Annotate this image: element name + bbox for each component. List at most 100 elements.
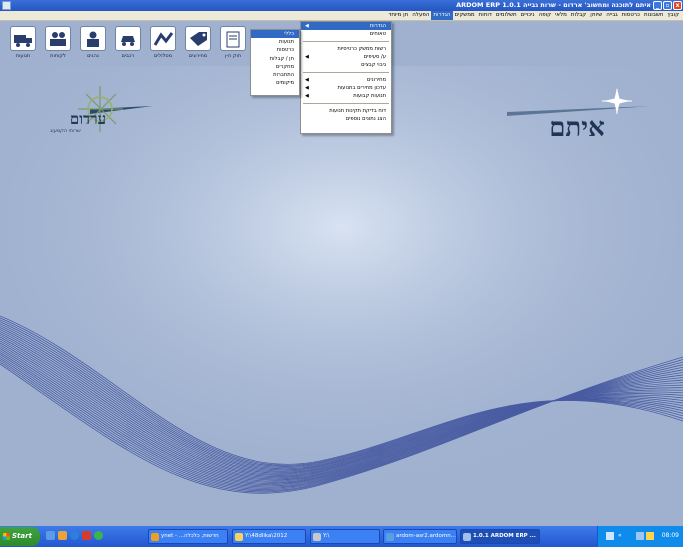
settings-menu: הגדרות ◀ טאוחים רשות ממשק כרטיסיות ע/ סעיפים…	[300, 21, 392, 134]
browser-icon[interactable]	[70, 531, 79, 540]
menu-item[interactable]: ממשקים	[453, 11, 477, 20]
taskbar-task[interactable]: ardom-asr2.ardomn...	[383, 529, 457, 544]
taskbar-task-label: ardom-asr2.ardomn...	[396, 533, 456, 539]
maximize-button[interactable]: ▫	[663, 1, 672, 10]
clock: 08:09	[661, 532, 679, 539]
toolbar-button-label: לקוחות	[50, 53, 66, 59]
submenu-arrow-icon: ◀	[305, 85, 309, 91]
submenu-arrow-icon: ◀	[305, 23, 309, 29]
eitam-logo-text: איתם	[549, 113, 605, 143]
settings-menu-item-label: תנועות קבועות	[353, 93, 386, 99]
menu-item[interactable]: מלאי	[553, 11, 569, 20]
document-icon	[220, 26, 246, 51]
submenu-item[interactable]: מחקרים	[251, 63, 299, 71]
menu-bar: קובץחשבונותכרטסותגבייהשיווקקבלותמלאיקופה…	[0, 11, 683, 21]
settings-menu-item[interactable]: רשות ממשק כרטיסיות	[301, 45, 391, 53]
submenu-item[interactable]: חן / קבלות	[251, 55, 299, 63]
menu-item[interactable]: חשבונות	[642, 11, 665, 20]
driver-icon	[80, 26, 106, 51]
truck-icon	[10, 26, 36, 51]
toolbar-button-label: מסלולים	[153, 53, 173, 59]
toolbar-button[interactable]: נהגים	[78, 26, 108, 66]
settings-menu-item[interactable]: ע/ סעיפים ◀	[301, 53, 391, 61]
task-app-icon	[313, 533, 321, 541]
menu-item[interactable]: שיווק	[588, 11, 604, 20]
start-button[interactable]: Start	[0, 527, 40, 546]
settings-menu-item[interactable]: דוח בדיקת תקינות תנועות	[301, 107, 391, 115]
app-icon[interactable]	[2, 1, 11, 10]
submenu-item[interactable]: כללי	[251, 30, 299, 39]
customers-icon	[45, 26, 71, 51]
settings-menu-item[interactable]: תנועות קבועות ◀	[301, 92, 391, 100]
menu-item[interactable]: הפעלה	[410, 11, 431, 20]
close-button[interactable]: x	[673, 1, 682, 10]
ardom-logo-text: ערדום	[70, 110, 106, 128]
taskbar-task[interactable]: Y:\48dlika\2012	[232, 529, 306, 544]
submenu-arrow-icon: ◀	[305, 77, 309, 83]
toolbar-button[interactable]: לקוחות	[43, 26, 73, 66]
system-tray: « 08:09	[597, 526, 683, 547]
settings-menu-item[interactable]: גיבוי קבצים	[301, 61, 391, 69]
submenu-arrow-icon: ◀	[305, 93, 309, 99]
app-quicklaunch-icon[interactable]	[82, 531, 91, 540]
eitam-logo: איתם	[507, 88, 652, 143]
settings-submenu: כללי תנועות כרטסות חן / קבלות מחקרים התחברות מ…	[250, 29, 300, 96]
network-icon[interactable]	[636, 532, 644, 540]
settings-menu-item-label: ע/ סעיפים	[363, 54, 386, 60]
toolbar-button[interactable]: רכבים	[113, 26, 143, 66]
language-icon[interactable]	[606, 532, 614, 540]
menu-item[interactable]: כרטסות	[620, 11, 642, 20]
taskbar-task-label: Y:\	[323, 533, 330, 539]
submenu-item[interactable]: התחברות	[251, 71, 299, 79]
menu-separator	[303, 72, 389, 73]
settings-menu-item[interactable]: טאוחים	[301, 30, 391, 38]
menu-item[interactable]: חן מיוחד	[386, 11, 410, 20]
folder-icon[interactable]	[58, 531, 67, 540]
toolbar-button[interactable]: מסלולים	[148, 26, 178, 66]
menu-item[interactable]: קבלות	[569, 11, 588, 20]
taskbar-task-label: 1.0.1 ARDOM ERP ...	[473, 533, 536, 539]
settings-menu-item-label: הצג נתונים נוספים	[345, 116, 386, 122]
route-icon	[150, 26, 176, 51]
menu-item[interactable]: דוחות	[477, 11, 494, 20]
settings-menu-item-label: רשות ממשק כרטיסיות	[337, 46, 386, 52]
settings-menu-item[interactable]: הצג נתונים נוספים	[301, 115, 391, 123]
menu-item[interactable]: קובץ	[665, 11, 681, 20]
toolbar-button-label: רכבים	[121, 53, 135, 59]
window-title: ARDOM ERP 1.0.1 איתם לתוכנה ומחשוב' ארדו…	[456, 1, 651, 9]
submenu-item[interactable]: כרטסות	[251, 46, 299, 54]
menu-item[interactable]: תשלומים	[494, 11, 519, 20]
settings-menu-item-label: הגדרות	[369, 23, 386, 29]
taskbar: Start ynet - ...חדשות, כלכלה Y:\48dlika\2…	[0, 526, 683, 547]
show-desktop-icon[interactable]	[46, 531, 55, 540]
taskbar-task-label: Y:\48dlika\2012	[245, 533, 288, 539]
settings-menu-item[interactable]: עדכון מחירים בתנועות ◀	[301, 84, 391, 92]
toolbar-button-label: תנועות	[15, 53, 31, 59]
menu-item[interactable]: הגדרות	[431, 11, 453, 20]
menu-separator	[303, 103, 389, 104]
start-label: Start	[12, 532, 32, 540]
menu-item[interactable]: ניכויים	[519, 11, 537, 20]
taskbar-task[interactable]: Y:\	[310, 529, 380, 544]
settings-menu-item[interactable]: מחירונים ◀	[301, 76, 391, 84]
toolbar-button-label: מחירונים	[188, 53, 208, 59]
minimize-button[interactable]: _	[653, 1, 662, 10]
tray-expand-icon[interactable]: «	[618, 532, 626, 540]
taskbar-task[interactable]: 1.0.1 ARDOM ERP ...	[460, 529, 540, 544]
toolbar-button[interactable]: מחירונים	[183, 26, 213, 66]
submenu-item[interactable]: מיקומים	[251, 79, 299, 87]
settings-menu-item[interactable]: הגדרות ◀	[301, 22, 391, 30]
price-tag-icon	[185, 26, 211, 51]
taskbar-task[interactable]: ynet - ...חדשות, כלכלה	[148, 529, 228, 544]
title-bar: ARDOM ERP 1.0.1 איתם לתוכנה ומחשוב' ארדו…	[0, 0, 683, 11]
menu-item[interactable]: גבייה	[604, 11, 620, 20]
settings-menu-item-label: גיבוי קבצים	[361, 62, 386, 68]
menu-item[interactable]: קופה	[537, 11, 553, 20]
toolbar-button[interactable]: חוק ח-ן	[218, 26, 248, 66]
chrome-icon[interactable]	[94, 531, 103, 540]
task-app-icon	[151, 533, 159, 541]
toolbar-button-label: חוק ח-ן	[224, 53, 242, 59]
submenu-item[interactable]: תנועות	[251, 38, 299, 46]
volume-icon[interactable]	[646, 532, 654, 540]
toolbar-button[interactable]: תנועות	[8, 26, 38, 66]
